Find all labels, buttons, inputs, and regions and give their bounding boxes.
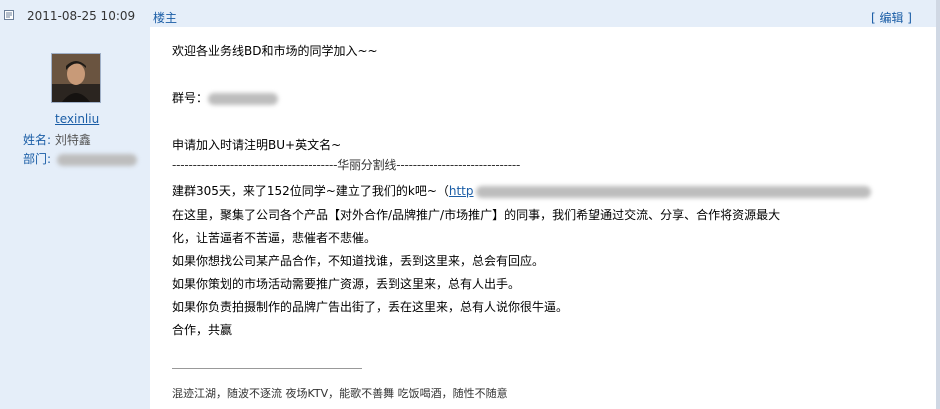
forum-post: 2011-08-25 10:09 楼主 [ 编辑 ] texinliu 姓名: … bbox=[0, 0, 940, 409]
redacted-link bbox=[475, 185, 871, 198]
redacted-group-number bbox=[208, 92, 279, 105]
author-dept-row: 部门: bbox=[23, 150, 137, 167]
post-apply-note: 申请加入时请注明BU+英文名~ bbox=[172, 138, 342, 152]
post-header bbox=[0, 0, 940, 27]
group-line-text: 建群305天，来了152位同学~建立了我们的k吧~（ bbox=[172, 184, 449, 198]
signature-separator bbox=[172, 368, 362, 369]
group-label: 群号： bbox=[172, 91, 209, 105]
floor-label: 楼主 bbox=[153, 11, 178, 25]
author-username[interactable]: texinliu bbox=[55, 112, 99, 126]
dept-label: 部门: bbox=[23, 152, 52, 166]
post-date: 2011-08-25 10:09 bbox=[27, 9, 136, 23]
edit-link[interactable]: [ 编辑 ] bbox=[871, 9, 912, 26]
post-divider: ----------------------------------------… bbox=[172, 158, 521, 172]
post-paragraph-5: 合作，共赢 bbox=[172, 323, 233, 337]
avatar[interactable] bbox=[51, 53, 101, 103]
signature: 混迹江湖，随波不逐流 夜场KTV，能歌不善舞 吃饭喝酒，随性不随意 bbox=[172, 387, 508, 400]
scrollbar[interactable] bbox=[936, 0, 940, 409]
redacted-dept bbox=[56, 153, 137, 166]
post-paragraph-1b: 化，让苦逼者不苦逼，悲催者不悲催。 bbox=[172, 231, 377, 245]
post-paragraph-1a: 在这里，聚集了公司各个产品【对外合作/品牌推广/市场推广】的同事，我们希望通过交… bbox=[172, 208, 781, 222]
name-label: 姓名: bbox=[23, 133, 52, 147]
post-paragraph-3: 如果你策划的市场活动需要推广资源，丢到这里来，总有人出手。 bbox=[172, 277, 521, 291]
post-paragraph-4: 如果你负责拍摄制作的品牌广告出街了，丢在这里来，总有人说你很牛逼。 bbox=[172, 300, 569, 314]
post-group-line: 建群305天，来了152位同学~建立了我们的k吧~（http bbox=[172, 182, 871, 199]
group-link[interactable]: http bbox=[449, 184, 474, 198]
post-group-number: 群号： bbox=[172, 89, 279, 106]
post-icon bbox=[4, 10, 14, 20]
post-paragraph-2: 如果你想找公司某产品合作，不知道找谁，丢到这里来，总会有回应。 bbox=[172, 254, 545, 268]
author-name-row: 姓名: 刘特鑫 bbox=[23, 131, 91, 148]
name-value: 刘特鑫 bbox=[54, 133, 91, 147]
post-line-welcome: 欢迎各业务线BD和市场的同学加入~~ bbox=[172, 44, 378, 58]
